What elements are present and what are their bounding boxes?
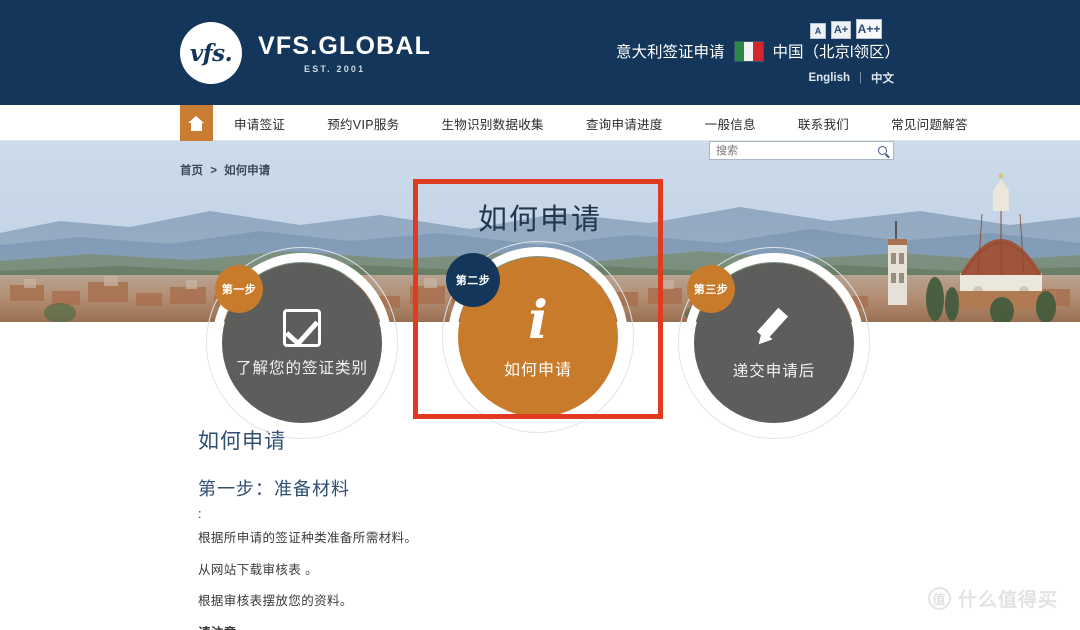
breadcrumb-current: 如何申请 <box>224 165 271 177</box>
content-paragraph-1: 根据所申请的签证种类准备所需材料。 <box>198 530 418 545</box>
nav-home-button[interactable] <box>180 105 213 141</box>
content-note-label: 请注意: <box>198 624 758 630</box>
step-2[interactable]: i 如何申请 第二步 <box>442 241 634 433</box>
font-size-large-button[interactable]: A+ <box>831 21 851 39</box>
logo-wordmark: VFS.GLOBAL EST. 2001 <box>258 32 431 74</box>
language-english[interactable]: English <box>808 72 850 84</box>
vfs-logo-mark: vfs. <box>180 22 242 84</box>
content-paragraph-3: 根据审核表摆放您的资料。 <box>198 594 353 609</box>
step-3-badge: 第三步 <box>687 265 735 313</box>
breadcrumb-separator: > <box>210 165 217 177</box>
vfs-logo-text: vfs. <box>189 39 233 67</box>
language-separator: | <box>859 72 862 84</box>
section-heading-step1: 第一步：准备材料 <box>198 479 350 499</box>
home-icon <box>188 115 205 131</box>
nav-item-apply-visa[interactable]: 申请签证 <box>213 105 306 141</box>
checkbox-check-icon <box>283 308 321 347</box>
search-icon <box>877 146 887 155</box>
step-2-label: 如何申请 <box>503 361 572 379</box>
nav-item-general-info[interactable]: 一般信息 <box>684 105 777 141</box>
watermark-text: 什么值得买 <box>957 590 1058 611</box>
step-1-badge: 第一步 <box>215 265 263 313</box>
step-2-badge: 第二步 <box>446 253 500 307</box>
site-logo[interactable]: vfs. VFS.GLOBAL EST. 2001 <box>180 22 431 84</box>
main-navigation: 申请签证 预约VIP服务 生物识别数据收集 查询申请进度 一般信息 联系我们 常… <box>0 105 1080 141</box>
page-root: vfs. VFS.GLOBAL EST. 2001 A A+ A++ 意大利签证… <box>0 0 1080 630</box>
nav-item-contact-us[interactable]: 联系我们 <box>777 105 870 141</box>
font-size-controls: A A+ A++ <box>810 19 882 39</box>
breadcrumb: 首页 > 如何申请 <box>180 162 270 178</box>
step-1-label: 了解您的签证类别 <box>235 359 368 377</box>
language-chinese[interactable]: 中文 <box>871 70 894 86</box>
site-header: vfs. VFS.GLOBAL EST. 2001 A A+ A++ 意大利签证… <box>0 0 1080 105</box>
search-input[interactable] <box>710 142 871 159</box>
italy-flag-icon <box>734 41 763 61</box>
nav-item-track-application[interactable]: 查询申请进度 <box>565 105 684 141</box>
search-box[interactable] <box>709 141 894 160</box>
watermark-mark: 值 <box>927 587 951 610</box>
process-steps: 如何申请 了解您的签证类别 第一步 i 如何申请 第二步 递交申请后 第三步 <box>0 141 1080 439</box>
service-title: 意大利签证申请 <box>616 44 725 61</box>
search-button[interactable] <box>871 142 893 159</box>
logo-established: EST. 2001 <box>304 64 366 74</box>
content-paragraph-2: 从网站下载审核表 。 <box>198 562 318 577</box>
logo-title: VFS.GLOBAL <box>258 32 432 60</box>
step-3-label: 递交申请后 <box>732 362 816 380</box>
nav-item-biometrics[interactable]: 生物识别数据收集 <box>420 105 564 141</box>
pencil-icon <box>752 306 796 350</box>
watermark: 值 什么值得买 <box>927 585 1058 612</box>
font-size-normal-button[interactable]: A <box>810 23 826 39</box>
step-1[interactable]: 了解您的签证类别 第一步 <box>206 247 398 439</box>
content-colon: : <box>198 507 202 521</box>
nav-item-faq[interactable]: 常见问题解答 <box>870 105 989 141</box>
language-switcher: English | 中文 <box>808 70 894 86</box>
service-country-bar: 意大利签证申请 中国（北京l领区） <box>616 40 900 62</box>
info-i-icon: i <box>528 289 548 351</box>
main-content: 如何申请 第一步：准备材料 : 根据所申请的签证种类准备所需材料。 从网站下载审… <box>198 425 758 630</box>
step-3[interactable]: 递交申请后 第三步 <box>678 247 870 439</box>
hero-title: 如何申请 <box>477 204 602 236</box>
font-size-xlarge-button[interactable]: A++ <box>856 19 882 39</box>
country-selector-label[interactable]: 中国（北京l领区） <box>773 40 900 62</box>
nav-item-vip-service[interactable]: 预约VIP服务 <box>306 105 420 141</box>
breadcrumb-home[interactable]: 首页 <box>180 165 203 177</box>
